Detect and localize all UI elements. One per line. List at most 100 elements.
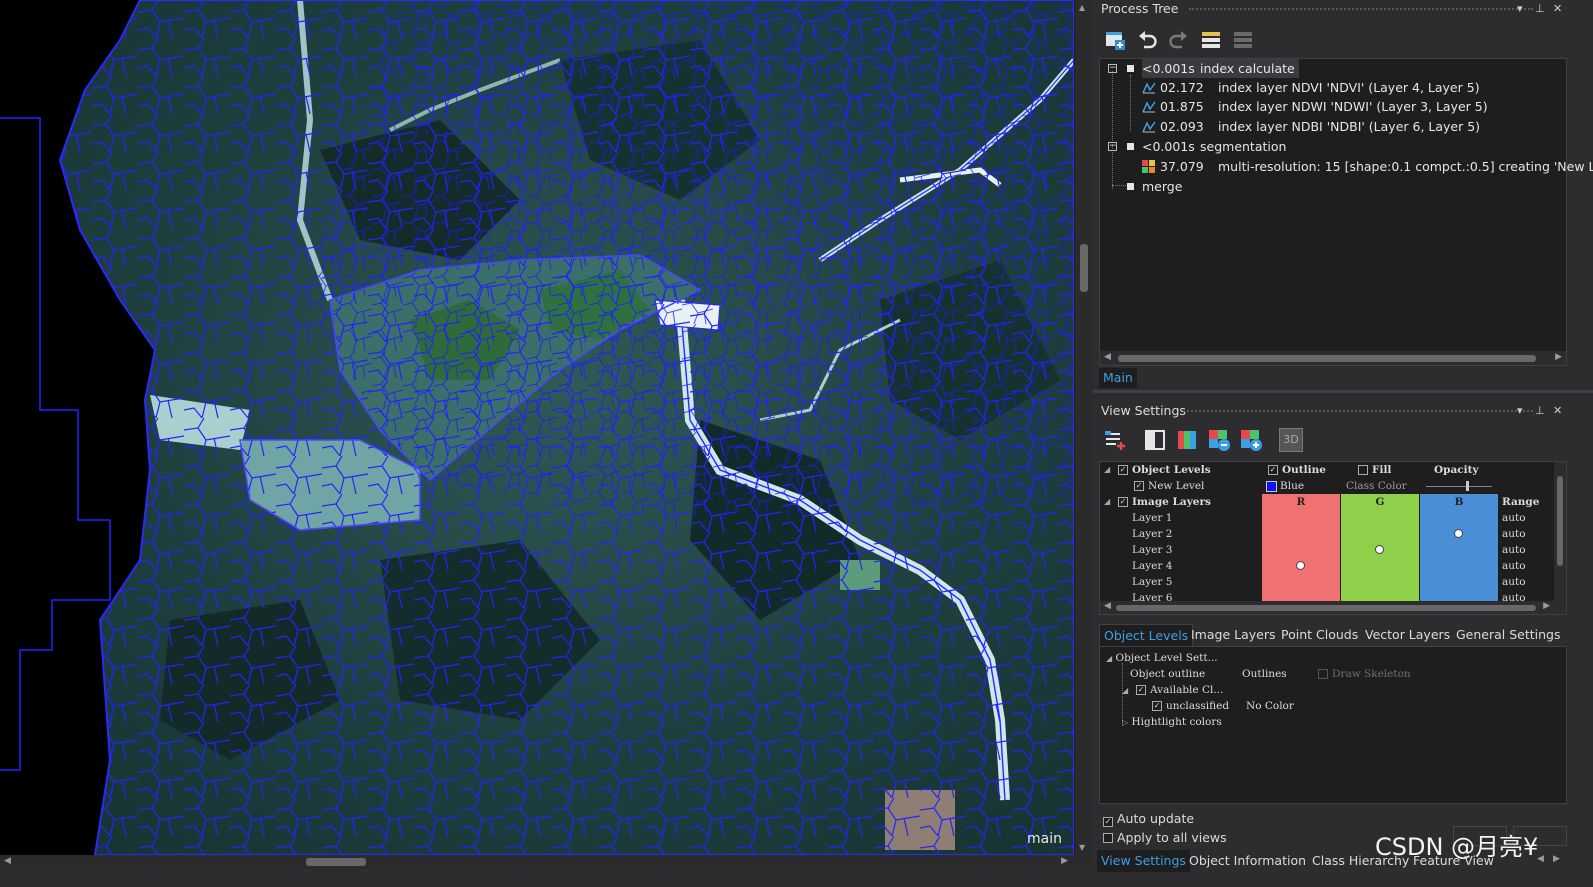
scroll-left-icon[interactable]: ◀ bbox=[4, 856, 11, 866]
tab-vector-layers[interactable]: Vector Layers bbox=[1361, 624, 1454, 646]
split-view-icon[interactable] bbox=[1143, 428, 1167, 452]
layer-row[interactable]: Layer 3 auto bbox=[1100, 542, 1566, 558]
green-channel-cell[interactable] bbox=[1341, 510, 1419, 526]
tab-class-hierarchy[interactable]: Class Hierarchy bbox=[1308, 850, 1413, 872]
process-new-icon[interactable] bbox=[1103, 28, 1127, 52]
grid-vertical-scrollbar[interactable] bbox=[1554, 462, 1566, 602]
new-level-checkbox[interactable]: ✓ bbox=[1134, 481, 1144, 491]
red-channel-cell[interactable] bbox=[1262, 510, 1340, 526]
fill-checkbox[interactable] bbox=[1358, 465, 1368, 475]
tab-feature-view[interactable]: Feature View bbox=[1409, 850, 1498, 872]
process-tree[interactable]: − <0.001s index calculate 02.172 index lay… bbox=[1099, 58, 1593, 366]
scroll-right-icon[interactable]: ▶ bbox=[1543, 601, 1550, 611]
green-channel-cell[interactable] bbox=[1341, 526, 1419, 542]
pin-icon[interactable]: ⊥ bbox=[1535, 0, 1545, 17]
object-levels-checkbox[interactable]: ✓ bbox=[1118, 465, 1128, 475]
dropdown-icon[interactable]: ▾ bbox=[1517, 402, 1523, 419]
map-vertical-scrollbar[interactable]: ▲ ▼ bbox=[1074, 0, 1092, 855]
view-settings-grid[interactable]: ◢ ✓ Object Levels ✓ Outline Fill Opacity… bbox=[1099, 461, 1567, 615]
scroll-thumb[interactable] bbox=[1080, 244, 1088, 292]
expand-arrow-icon[interactable]: ▷ bbox=[1122, 718, 1128, 727]
green-channel-cell[interactable] bbox=[1341, 542, 1419, 558]
layers-disabled-icon[interactable] bbox=[1231, 28, 1255, 52]
scroll-thumb[interactable] bbox=[306, 858, 366, 866]
scroll-down-icon[interactable]: ▼ bbox=[1079, 843, 1085, 852]
red-channel-cell[interactable] bbox=[1262, 558, 1340, 574]
add-layer-icon[interactable] bbox=[1103, 428, 1127, 452]
apply-to-all-views-checkbox[interactable] bbox=[1103, 833, 1113, 843]
process-row-multiresolution[interactable]: 37.079 multi-resolution: 15 [shape:0.1 co… bbox=[1160, 157, 1593, 176]
remove-color-icon[interactable] bbox=[1207, 428, 1231, 452]
layer-row[interactable]: Layer 1 auto bbox=[1100, 510, 1566, 526]
scroll-right-icon[interactable]: ▶ bbox=[1555, 352, 1562, 362]
opacity-slider-track[interactable] bbox=[1426, 486, 1492, 487]
collapse-arrow-icon[interactable]: ◢ bbox=[1104, 462, 1110, 478]
tab-main[interactable]: Main bbox=[1099, 368, 1137, 388]
outline-checkbox[interactable]: ✓ bbox=[1268, 465, 1278, 475]
pin-icon[interactable]: ⊥ bbox=[1535, 402, 1545, 419]
blue-channel-selected-radio[interactable] bbox=[1454, 529, 1463, 538]
red-channel-cell[interactable] bbox=[1262, 542, 1340, 558]
scroll-left-icon[interactable]: ◀ bbox=[1104, 352, 1111, 362]
red-channel-cell[interactable] bbox=[1262, 574, 1340, 590]
titlebar-grip[interactable] bbox=[1189, 8, 1533, 10]
layers-stack-icon[interactable] bbox=[1199, 28, 1223, 52]
collapse-arrow-icon[interactable]: ◢ bbox=[1106, 654, 1112, 663]
scroll-thumb[interactable] bbox=[1118, 355, 1536, 362]
red-channel-selected-radio[interactable] bbox=[1296, 561, 1305, 570]
close-icon[interactable]: ✕ bbox=[1553, 402, 1562, 419]
green-channel-selected-radio[interactable] bbox=[1375, 545, 1384, 554]
grid-horizontal-scrollbar[interactable]: ◀ ▶ bbox=[1100, 601, 1566, 614]
apply-to-all-views-option[interactable]: Apply to all views bbox=[1103, 829, 1227, 847]
collapse-arrow-icon[interactable]: ◢ bbox=[1122, 686, 1128, 695]
process-row-ndbi[interactable]: 02.093 index layer NDBI 'NDBI' (Layer 6, … bbox=[1160, 117, 1480, 136]
panel-splitter[interactable] bbox=[1093, 390, 1593, 393]
process-row-merge[interactable]: merge bbox=[1142, 177, 1182, 196]
outline-color-swatch[interactable] bbox=[1266, 481, 1277, 492]
close-icon[interactable]: ✕ bbox=[1553, 0, 1562, 17]
green-channel-cell[interactable] bbox=[1341, 558, 1419, 574]
available-classes-checkbox[interactable]: ✓ bbox=[1136, 685, 1146, 695]
red-channel-cell[interactable] bbox=[1262, 526, 1340, 542]
scroll-left-icon[interactable]: ◀ bbox=[1104, 601, 1111, 611]
object-outline-row[interactable]: Object outline bbox=[1130, 666, 1205, 682]
tab-view-settings[interactable]: View Settings bbox=[1097, 850, 1190, 872]
scroll-thumb[interactable] bbox=[1116, 605, 1536, 611]
redo-icon[interactable] bbox=[1167, 28, 1191, 52]
highlight-colors-row[interactable]: ▷ Hightlight colors bbox=[1122, 714, 1222, 730]
tab-scroll-left-icon[interactable]: ◀ bbox=[1537, 854, 1544, 864]
auto-update-checkbox[interactable]: ✓ bbox=[1103, 817, 1113, 827]
process-row-ndvi[interactable]: 02.172 index layer NDVI 'NDVI' (Layer 4, … bbox=[1160, 78, 1480, 97]
blue-channel-cell[interactable] bbox=[1420, 526, 1498, 542]
scroll-right-icon[interactable]: ▶ bbox=[1061, 856, 1068, 866]
available-classes-row[interactable]: ◢ bbox=[1122, 682, 1128, 698]
draw-skeleton-checkbox[interactable] bbox=[1318, 669, 1328, 679]
map-view[interactable]: main bbox=[0, 0, 1074, 855]
tab-scroll-right-icon[interactable]: ▶ bbox=[1553, 854, 1560, 864]
segmented-satellite-image[interactable] bbox=[0, 0, 1074, 855]
process-tree-horizontal-scrollbar[interactable]: ◀ ▶ bbox=[1100, 351, 1566, 365]
process-row-ndwi[interactable]: 01.875 index layer NDWI 'NDWI' (Layer 3, … bbox=[1160, 97, 1488, 116]
tab-image-layers[interactable]: Image Layers bbox=[1187, 624, 1280, 646]
tab-object-levels[interactable]: Object Levels bbox=[1099, 624, 1194, 646]
process-row-index-calculate[interactable]: <0.001s index calculate bbox=[1142, 59, 1299, 78]
blue-channel-cell[interactable] bbox=[1420, 558, 1498, 574]
tab-point-clouds[interactable]: Point Clouds bbox=[1277, 624, 1362, 646]
scroll-up-icon[interactable]: ▲ bbox=[1079, 3, 1085, 12]
unclassified-color-value[interactable]: No Color bbox=[1246, 698, 1294, 714]
blue-channel-cell[interactable] bbox=[1420, 510, 1498, 526]
collapse-toggle[interactable]: − bbox=[1108, 142, 1117, 151]
layer-row[interactable]: Layer 4 auto bbox=[1100, 558, 1566, 574]
blue-channel-cell[interactable] bbox=[1420, 574, 1498, 590]
color-bars-icon[interactable] bbox=[1175, 428, 1199, 452]
tab-object-information[interactable]: Object Information bbox=[1185, 850, 1310, 872]
add-color-icon[interactable] bbox=[1239, 428, 1263, 452]
layer-row[interactable]: Layer 5 auto bbox=[1100, 574, 1566, 590]
opacity-slider-handle[interactable] bbox=[1466, 481, 1469, 491]
unclassified-checkbox[interactable]: ✓ bbox=[1152, 701, 1162, 711]
scroll-thumb[interactable] bbox=[1557, 476, 1563, 566]
grid-row-new-level[interactable]: ✓ New Level Blue Class Color bbox=[1100, 478, 1566, 494]
object-outline-value[interactable]: Outlines bbox=[1242, 666, 1287, 682]
process-row-segmentation[interactable]: <0.001s segmentation bbox=[1142, 137, 1286, 156]
tab-general-settings[interactable]: General Settings bbox=[1452, 624, 1565, 646]
